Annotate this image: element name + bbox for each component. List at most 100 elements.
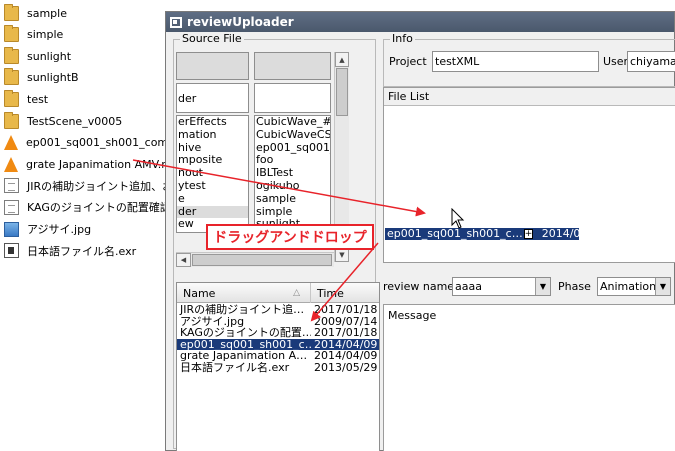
table-row[interactable]: KAGのジョイントの配置… 2017/01/18	[177, 327, 379, 339]
drag-copy-plus-icon: +	[523, 229, 533, 239]
cell-time: 2017/01/18	[314, 304, 378, 316]
table-row[interactable]: grate Japanimation A… 2014/04/09	[177, 350, 379, 362]
explorer-item[interactable]: sunlightB	[4, 68, 79, 88]
cell-name: 日本語ファイル名.exr	[180, 361, 290, 373]
explorer-item[interactable]: アジサイ.jpg	[4, 219, 91, 239]
column-header-name[interactable]: Name △	[177, 283, 311, 303]
info-label: Info	[390, 32, 415, 45]
vlc-icon	[4, 156, 18, 172]
explorer-item[interactable]: KAGのジョイントの配置確認を	[4, 197, 182, 217]
explorer-item[interactable]: simple	[4, 25, 63, 45]
drag-and-drop-callout: ドラッグアンドドロップ	[206, 224, 374, 250]
explorer-item[interactable]: 日本語ファイル名.exr	[4, 241, 136, 261]
chevron-down-icon[interactable]: ▼	[655, 278, 670, 295]
source-file-label: Source File	[180, 32, 244, 45]
drag-ghost-date: 2014/04/09	[541, 228, 579, 240]
explorer-item[interactable]: test	[4, 89, 48, 109]
column-1-combo-value: der	[178, 91, 197, 105]
message-panel[interactable]: Message	[383, 304, 675, 451]
folder-list-2[interactable]: CubicWave_##CubicWaveCS!ep001_sq001_sfoo…	[254, 115, 331, 233]
explorer-item[interactable]: JIRの補助ジョイント追加、お	[4, 176, 173, 196]
explorer-item-label: sample	[27, 6, 67, 20]
table-row[interactable]: ep001_sq001_sh001_c… 2014/04/09	[177, 338, 379, 350]
title-bar[interactable]: reviewUploader	[166, 12, 674, 32]
scroll-up-button[interactable]: ▲	[335, 52, 349, 67]
explorer-item[interactable]: ep001_sq001_sh001_comp.m	[4, 133, 189, 153]
drag-ghost-item: ep001_sq001_sh001_c… + 2014/04/09	[385, 228, 579, 240]
folder-icon	[4, 3, 19, 21]
cell-name: JIRの補助ジョイント追…	[180, 304, 305, 316]
cell-time: 2014/04/09	[314, 350, 378, 362]
vlc-icon	[4, 135, 18, 151]
file-table[interactable]: Name △ Time JIRの補助ジョイント追… 2017/01/18 アジサイ.…	[176, 282, 380, 451]
list-item[interactable]: erEffects	[177, 116, 248, 129]
phase-label: Phase	[558, 280, 591, 293]
cell-time: 2014/04/09	[314, 338, 378, 350]
explorer-item-label: JIRの補助ジョイント追加、お	[27, 179, 174, 193]
explorer-item-label: test	[27, 92, 49, 106]
project-field[interactable]: testXML	[432, 51, 599, 72]
user-label: User	[603, 55, 629, 68]
table-row[interactable]: JIRの補助ジョイント追… 2017/01/18	[177, 304, 379, 316]
list-item[interactable]: ytest	[177, 179, 248, 193]
explorer-file-list: sample simple sunlight sunlightB test TestSce…	[0, 0, 189, 451]
table-row[interactable]: アジサイ.jpg 2009/07/14	[177, 316, 379, 328]
exr-file-icon	[4, 243, 19, 259]
explorer-item[interactable]: TestScene_v0005	[4, 111, 122, 131]
explorer-item[interactable]: sample	[4, 3, 67, 23]
message-label: Message	[388, 309, 437, 322]
cell-name: ep001_sq001_sh001_c…	[180, 338, 311, 350]
cell-name: アジサイ.jpg	[180, 315, 245, 327]
chevron-down-icon[interactable]: ▼	[535, 278, 550, 295]
folder-list-1[interactable]: erEffects mation hive mposite nout ytest e der e…	[176, 115, 249, 233]
folder-icon	[4, 46, 19, 64]
folder-icon	[4, 89, 19, 107]
folder-icon	[4, 25, 19, 43]
file-list-header: File List	[384, 88, 675, 106]
explorer-item-label: アジサイ.jpg	[27, 223, 92, 236]
list-item[interactable]: sample	[255, 192, 330, 206]
list-item[interactable]: mation	[177, 128, 248, 142]
sort-indicator-icon: △	[293, 288, 300, 298]
image-icon	[4, 221, 19, 237]
project-label: Project	[389, 55, 427, 68]
file-table-header: Name △ Time	[177, 283, 379, 303]
review-name-combo[interactable]: aaaa ▼	[452, 277, 551, 296]
document-icon	[4, 199, 19, 215]
list-item[interactable]: e	[177, 192, 248, 206]
user-field[interactable]: chiyama	[627, 51, 675, 72]
list-item[interactable]: ogikubo	[255, 179, 330, 193]
explorer-item-label: TestScene_v0005	[27, 114, 123, 128]
horizontal-scroll-thumb[interactable]	[192, 254, 332, 266]
column-header-time[interactable]: Time	[311, 283, 381, 303]
cell-time: 2009/07/14	[314, 315, 378, 327]
list-item[interactable]: CubicWave_##	[255, 116, 330, 129]
mouse-cursor-icon	[451, 208, 465, 229]
column-horizontal-scrollbar[interactable]: ◀	[176, 252, 334, 267]
folder-icon	[4, 111, 19, 129]
explorer-item-label: grate Japanimation AMV.mp	[26, 157, 179, 171]
explorer-item-label: 日本語ファイル名.exr	[27, 244, 137, 258]
column-1-combo[interactable]: der	[176, 83, 249, 113]
column-2-combo[interactable]	[254, 83, 331, 113]
explorer-item-label: KAGのジョイントの配置確認を	[27, 201, 182, 215]
scroll-thumb[interactable]	[336, 68, 348, 116]
column-2-header	[254, 52, 331, 80]
folder-icon	[4, 68, 19, 86]
explorer-item-label: sunlight	[27, 49, 72, 63]
cell-name: KAGのジョイントの配置…	[180, 327, 311, 339]
explorer-item-label: sunlightB	[27, 71, 79, 85]
cell-name: grate Japanimation A…	[180, 350, 308, 362]
explorer-item-label: simple	[27, 28, 64, 42]
explorer-item[interactable]: grate Japanimation AMV.mp	[4, 154, 179, 174]
list-item[interactable]: CubicWaveCS!	[255, 128, 330, 142]
document-icon	[4, 178, 19, 194]
explorer-item[interactable]: sunlight	[4, 46, 71, 66]
phase-combo[interactable]: Animation ▼	[597, 277, 671, 296]
window-icon	[170, 16, 182, 28]
column-1-header	[176, 52, 249, 80]
table-row[interactable]: 日本語ファイル名.exr 2013/05/29	[177, 362, 379, 374]
scroll-left-button[interactable]: ◀	[176, 253, 191, 267]
cell-time: 2017/01/18	[314, 327, 378, 339]
cell-time: 2013/05/29	[314, 361, 378, 373]
